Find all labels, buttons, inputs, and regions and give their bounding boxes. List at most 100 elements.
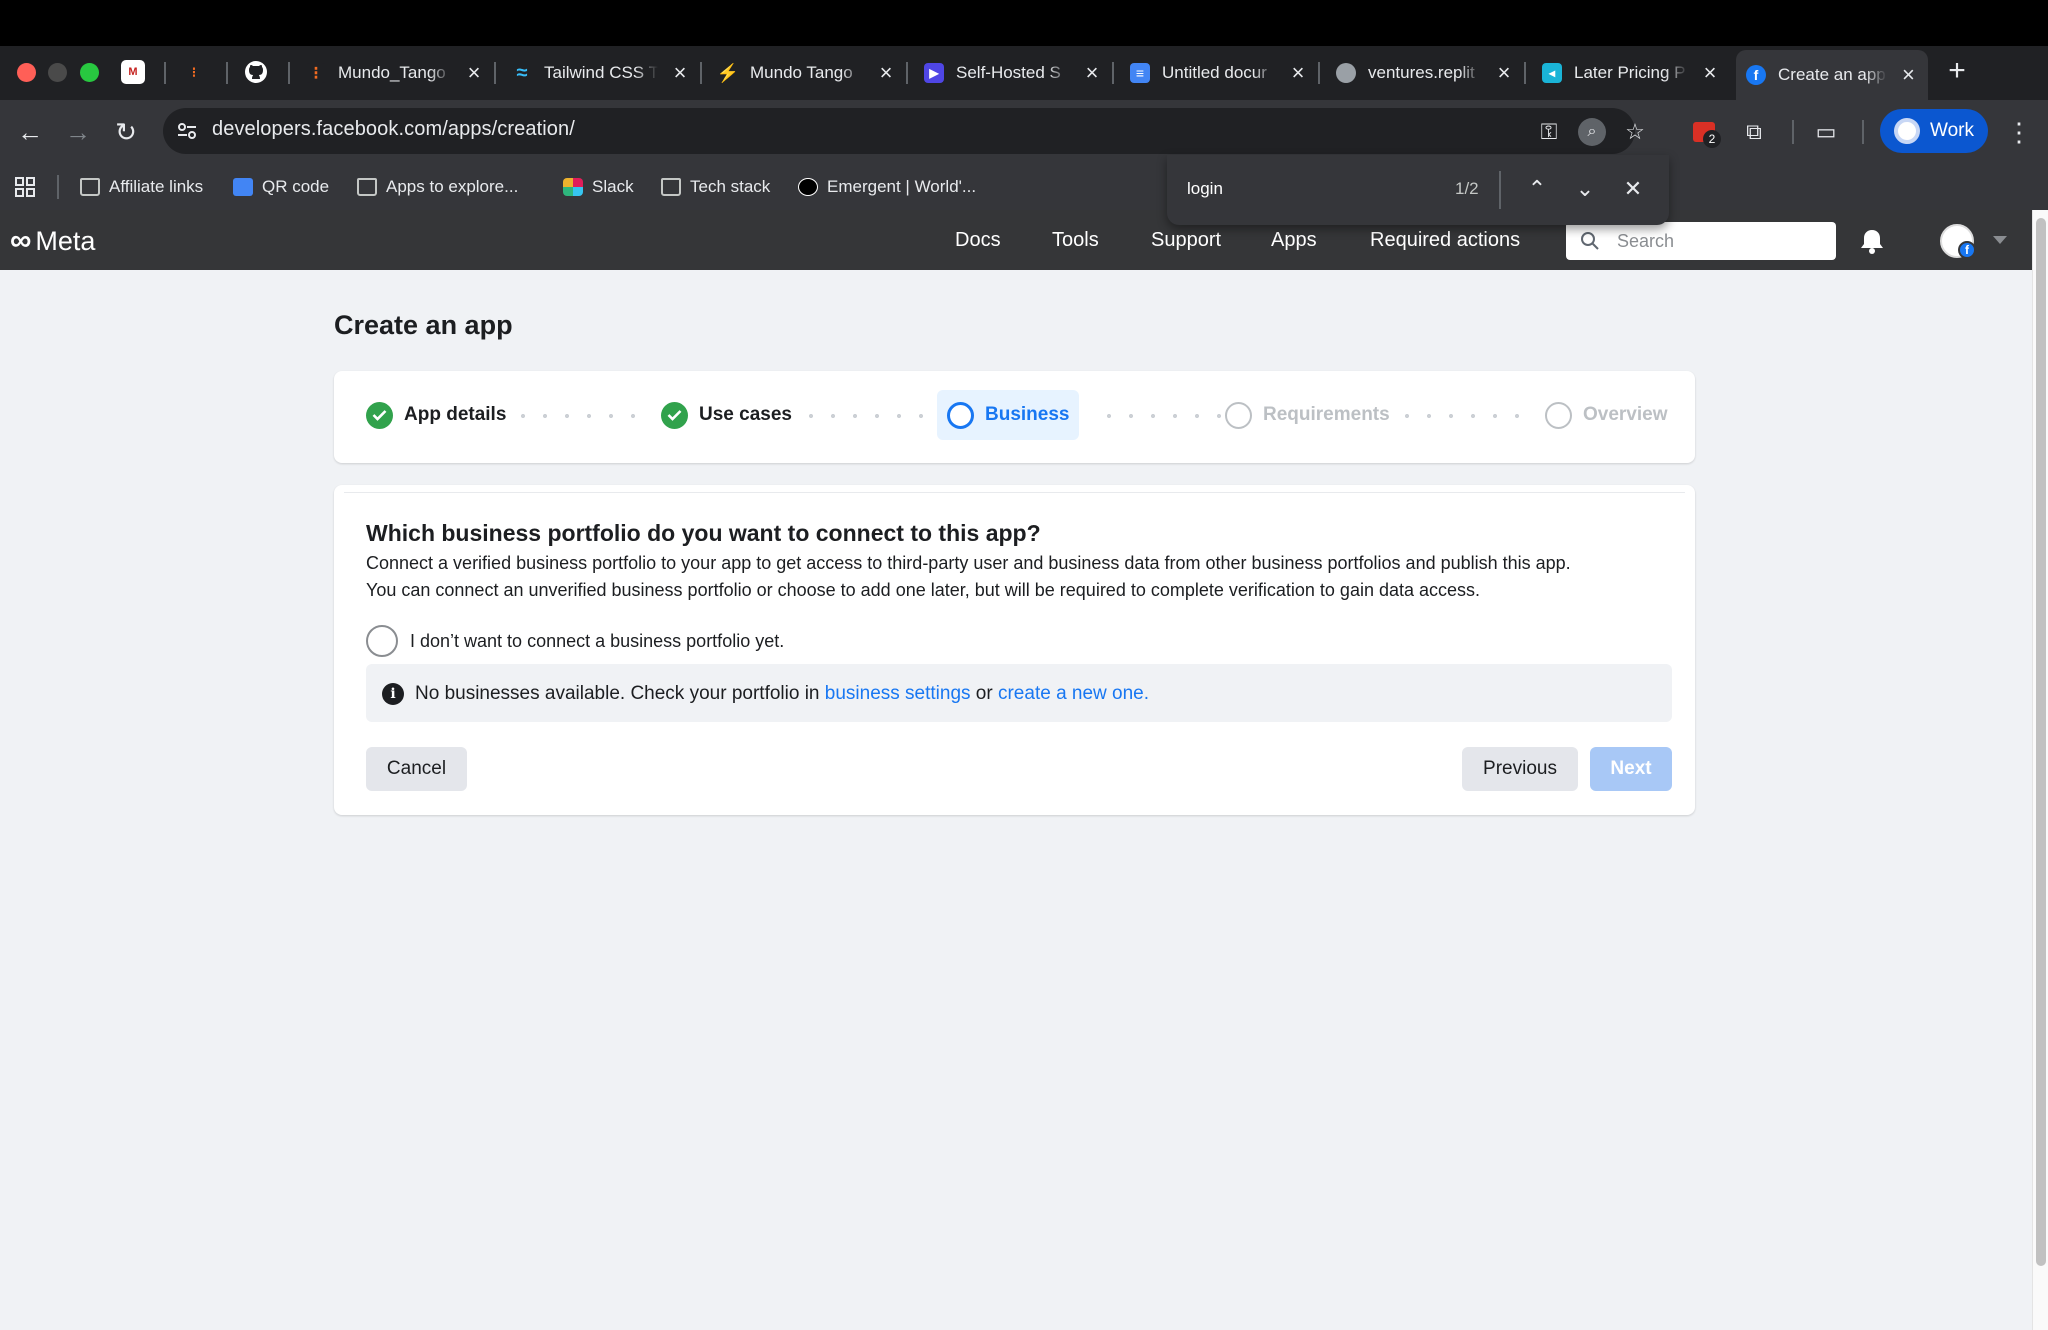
browser-tab[interactable]: ≈ Tailwind CSS T × — [502, 54, 700, 92]
tab-close-icon[interactable]: × — [464, 62, 484, 84]
tab-separator — [494, 62, 496, 84]
tailwind-icon: ≈ — [516, 61, 528, 84]
no-portfolio-label[interactable]: I don’t want to connect a business portf… — [410, 631, 784, 652]
step-app-details: App details — [366, 390, 506, 440]
tab-title: Create an app — [1778, 65, 1886, 84]
bookmark-item[interactable]: QR code — [233, 174, 329, 200]
bookmark-item[interactable]: Slack — [563, 174, 634, 200]
bookmark-label: Apps to explore... — [386, 177, 519, 196]
browser-tab[interactable]: ◂ Later Pricing P × — [1532, 54, 1730, 92]
page-title: Create an app — [334, 310, 513, 340]
tab-close-icon[interactable]: × — [1899, 64, 1918, 86]
window-minimize-button[interactable] — [48, 63, 67, 82]
folder-icon — [357, 178, 377, 196]
tab-close-icon[interactable]: × — [1700, 62, 1720, 84]
pinned-tab-gmail-icon[interactable]: M — [121, 60, 145, 84]
tab-close-icon[interactable]: × — [1288, 62, 1308, 84]
bookmark-label: Affiliate links — [109, 177, 204, 196]
find-separator — [1499, 171, 1501, 209]
current-step-circle-icon — [947, 401, 974, 429]
window-close-button[interactable] — [17, 63, 36, 82]
nav-apps[interactable]: Apps — [1271, 229, 1317, 252]
meta-search-input[interactable] — [1566, 222, 1836, 260]
page-scrollbar[interactable] — [2032, 210, 2048, 1330]
reload-icon[interactable]: ↻ — [110, 116, 142, 148]
tab-separator — [700, 62, 702, 84]
account-menu-caret-icon[interactable] — [1993, 236, 2007, 244]
description-line: You can connect an unverified business p… — [366, 580, 1481, 600]
tab-close-icon[interactable]: × — [876, 62, 896, 84]
browser-tab[interactable]: ≡ Untitled docur × — [1120, 54, 1318, 92]
bookmark-item[interactable]: Affiliate links — [80, 174, 203, 200]
facebook-badge-icon: f — [1958, 241, 1976, 259]
nav-support[interactable]: Support — [1151, 229, 1221, 252]
cancel-button[interactable]: Cancel — [366, 747, 467, 791]
nav-tools[interactable]: Tools — [1052, 229, 1099, 252]
find-close-icon[interactable]: ✕ — [1619, 175, 1647, 203]
slack-icon — [563, 178, 583, 196]
tab-title: Later Pricing P — [1574, 63, 1686, 82]
tab-close-icon[interactable]: × — [1494, 62, 1514, 84]
browser-tab[interactable]: ⚡ Mundo Tango × — [708, 54, 906, 92]
url-text[interactable]: developers.facebook.com/apps/creation/ — [212, 118, 575, 141]
extensions-puzzle-icon[interactable]: ⧉ — [1740, 118, 1768, 146]
tab-separator — [1524, 62, 1526, 84]
browser-tab-active[interactable]: f Create an app × — [1736, 50, 1928, 100]
macos-menu-strip — [0, 0, 2048, 46]
pinned-tab-github-icon[interactable] — [244, 60, 268, 84]
browser-tab[interactable]: ▶ Self-Hosted S × — [914, 54, 1112, 92]
browser-tab[interactable]: ventures.replit × — [1326, 54, 1524, 92]
profile-button[interactable]: Work — [1880, 109, 1988, 153]
tab-close-icon[interactable]: × — [1082, 62, 1102, 84]
previous-button[interactable]: Previous — [1462, 747, 1578, 791]
description-line: Connect a verified business portfolio to… — [366, 553, 1571, 573]
google-docs-icon: ≡ — [1130, 63, 1150, 83]
pinned-tab-app-icon[interactable]: ⁝ — [182, 60, 206, 84]
bookmark-item[interactable]: Apps to explore... — [357, 174, 518, 200]
browser-menu-icon[interactable]: ⋮ — [2005, 117, 2033, 147]
step-connector — [1098, 414, 1228, 418]
tab-title: Self-Hosted S — [956, 63, 1061, 82]
notifications-bell-icon[interactable] — [1857, 226, 1887, 256]
bookmark-item[interactable]: Emergent | World'... — [798, 174, 976, 200]
notice-text: No businesses available. Check your port… — [415, 683, 1149, 705]
step-label: Requirements — [1263, 404, 1390, 425]
find-previous-icon[interactable]: ⌃ — [1523, 175, 1551, 203]
find-next-icon[interactable]: ⌄ — [1571, 175, 1599, 203]
find-in-page-icon[interactable]: ⌕ — [1578, 118, 1606, 146]
step-label: Use cases — [699, 404, 792, 425]
globe-icon — [1336, 63, 1356, 83]
nav-docs[interactable]: Docs — [955, 229, 1001, 252]
no-portfolio-radio[interactable] — [366, 625, 398, 657]
next-button[interactable]: Next — [1590, 747, 1672, 791]
bookmark-star-icon[interactable]: ☆ — [1621, 118, 1649, 146]
meta-logo[interactable]: ∞ Meta — [10, 224, 95, 258]
create-new-link[interactable]: create a new one. — [998, 683, 1149, 704]
scrollbar-thumb[interactable] — [2036, 218, 2046, 1266]
tab-title: ventures.replit — [1368, 63, 1475, 82]
site-settings-icon[interactable] — [176, 120, 198, 142]
find-query-input[interactable]: login — [1187, 179, 1223, 199]
notice-prefix: No businesses available. Check your port… — [415, 683, 825, 704]
profile-label: Work — [1930, 120, 1974, 141]
tab-search-icon[interactable]: ▭ — [1812, 118, 1840, 146]
bookmark-item[interactable]: Tech stack — [661, 174, 770, 200]
new-tab-button[interactable]: + — [1945, 56, 1969, 86]
browser-tab[interactable]: ⁝ Mundo_Tango × — [296, 54, 494, 92]
emergent-icon — [798, 178, 818, 196]
apps-grid-icon[interactable] — [14, 174, 36, 200]
tab-separator — [288, 62, 290, 84]
step-connector — [512, 414, 652, 418]
business-settings-link[interactable]: business settings — [825, 683, 971, 704]
forward-icon[interactable]: → — [62, 116, 94, 148]
back-icon[interactable]: ← — [14, 116, 46, 148]
tab-close-icon[interactable]: × — [670, 62, 690, 84]
window-zoom-button[interactable] — [80, 63, 99, 82]
nav-required-actions[interactable]: Required actions — [1370, 229, 1520, 252]
info-icon: i — [382, 683, 404, 705]
tab-title: Untitled docur — [1162, 63, 1267, 82]
tab-separator — [1318, 62, 1320, 84]
password-key-icon[interactable]: ⚿ — [1535, 118, 1563, 146]
later-icon: ◂ — [1542, 63, 1562, 83]
meta-logo-text: Meta — [35, 225, 96, 256]
